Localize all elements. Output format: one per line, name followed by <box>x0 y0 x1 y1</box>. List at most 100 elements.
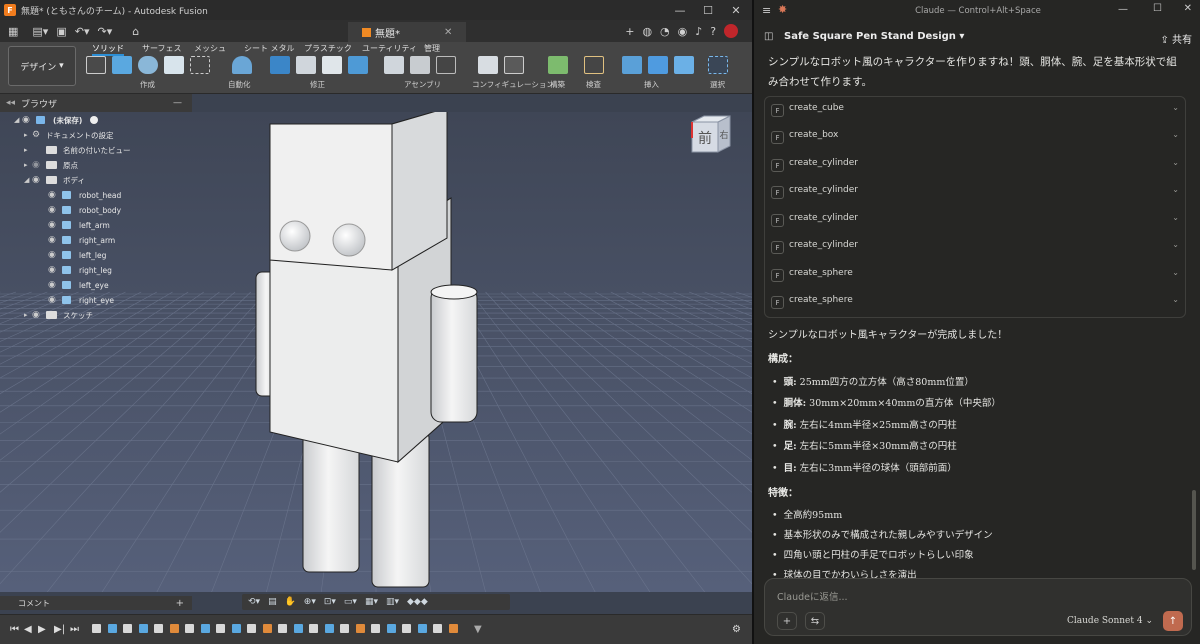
timeline-feature-icon[interactable] <box>355 624 365 633</box>
tree-body-item[interactable]: ◉ right_arm <box>48 233 115 247</box>
fit-icon[interactable]: ⊡▾ <box>324 597 336 607</box>
expand-icon[interactable]: ▸ <box>24 161 32 169</box>
measure-icon[interactable] <box>584 56 604 74</box>
reply-input-placeholder[interactable]: Claudeに返信... <box>777 589 848 603</box>
tree-body-item[interactable]: ◉ left_leg <box>48 248 106 262</box>
combine-icon[interactable] <box>348 56 368 74</box>
new-tab-icon[interactable]: + <box>625 25 634 38</box>
visibility-icon[interactable]: ◉ <box>48 220 58 230</box>
pattern-icon[interactable] <box>190 56 210 74</box>
attach-plus-icon[interactable]: + <box>777 612 797 630</box>
tool-call[interactable]: Fcreate_sphere ⌄ <box>765 262 1185 289</box>
close-icon[interactable]: ✕ <box>1184 3 1192 14</box>
chevron-down-icon[interactable]: ⌄ <box>1172 213 1179 222</box>
minimize-icon[interactable]: — <box>1118 4 1128 15</box>
timeline-feature-icon[interactable] <box>448 624 458 633</box>
grid-menu-icon[interactable]: ▦ <box>8 25 18 38</box>
select-icon[interactable] <box>708 56 728 74</box>
group-automate[interactable]: 自動化 <box>228 79 251 90</box>
fillet-icon[interactable] <box>296 56 316 74</box>
collapse-icon[interactable]: ◢ <box>24 176 32 184</box>
fast-forward-icon[interactable]: ⏭ <box>70 624 79 635</box>
canvas-image-icon[interactable] <box>674 56 694 74</box>
timeline-feature-icon[interactable] <box>231 624 241 633</box>
timeline-settings-icon[interactable]: ⚙ <box>732 624 741 635</box>
view-cube[interactable]: 前 右 <box>688 112 734 158</box>
rewind-icon[interactable]: ⏮ <box>10 624 19 635</box>
group-construct[interactable]: 構築 <box>550 79 565 90</box>
hole-icon[interactable] <box>164 56 184 74</box>
chevron-down-icon[interactable]: ⌄ <box>1172 295 1179 304</box>
new-sketch-icon[interactable] <box>86 56 106 74</box>
tab-utility[interactable]: ユーティリティ <box>362 43 417 54</box>
visibility-off-icon[interactable]: ◉ <box>32 160 42 170</box>
visibility-icon[interactable]: ◉ <box>48 250 58 260</box>
file-icon[interactable]: ▤▾ <box>32 25 48 38</box>
tree-body-item[interactable]: ◉ left_eye <box>48 278 109 292</box>
tab-plastic[interactable]: プラスチック <box>304 43 352 54</box>
redo-icon[interactable]: ↷▾ <box>97 25 112 38</box>
timeline-feature-icon[interactable] <box>386 624 396 633</box>
effects-icon[interactable]: ◆◆◆ <box>407 597 428 607</box>
undo-icon[interactable]: ↶▾ <box>75 25 90 38</box>
grid-settings-icon[interactable]: ▦▾ <box>365 597 378 607</box>
group-create[interactable]: 作成 <box>140 79 155 90</box>
extensions-icon[interactable]: ◍ <box>642 25 652 38</box>
tree-body-item[interactable]: ◉ left_arm <box>48 218 110 232</box>
chevron-down-icon[interactable]: ⌄ <box>1172 103 1179 112</box>
visibility-icon[interactable]: ◉ <box>22 115 32 125</box>
chevron-down-icon[interactable]: ⌄ <box>1172 158 1179 167</box>
tree-body-item[interactable]: ◉ right_eye <box>48 293 114 307</box>
tab-solid[interactable]: ソリッド <box>92 43 124 56</box>
press-pull-icon[interactable] <box>270 56 290 74</box>
timeline-feature-icon[interactable] <box>402 624 411 633</box>
add-comment-icon[interactable]: + <box>176 598 184 609</box>
chevron-down-icon[interactable]: ⌄ <box>1172 268 1179 277</box>
timeline-feature-icon[interactable] <box>340 624 349 633</box>
group-insert[interactable]: 挿入 <box>644 79 659 90</box>
visibility-icon[interactable]: ◉ <box>32 310 42 320</box>
timeline-feature-icon[interactable] <box>107 624 117 633</box>
tab-mesh[interactable]: メッシュ <box>194 43 226 54</box>
tree-body-item[interactable]: ◉ robot_head <box>48 188 121 202</box>
tool-call[interactable]: Fcreate_cylinder ⌄ <box>765 152 1185 179</box>
step-back-icon[interactable]: ◀ <box>24 624 32 635</box>
chevron-down-icon[interactable]: ⌄ <box>1172 240 1179 249</box>
group-assembly[interactable]: アセンブリ <box>404 79 441 90</box>
timeline-feature-icon[interactable] <box>371 624 380 633</box>
close-tab-icon[interactable]: ✕ <box>444 27 452 38</box>
timeline-feature-icon[interactable] <box>185 624 194 633</box>
share-button[interactable]: ⇪ 共有 <box>1160 31 1192 46</box>
insert-icon[interactable] <box>622 56 642 74</box>
chevron-down-icon[interactable]: ⌄ <box>1172 130 1179 139</box>
visibility-icon[interactable]: ◉ <box>48 190 58 200</box>
visibility-icon[interactable]: ◉ <box>48 235 58 245</box>
tool-call[interactable]: Fcreate_cylinder ⌄ <box>765 207 1185 234</box>
timeline-feature-icon[interactable] <box>293 624 303 633</box>
extrude-icon[interactable] <box>112 56 132 74</box>
conversation-title[interactable]: Safe Square Pen Stand Design ▾ <box>784 31 964 42</box>
help-icon[interactable]: ? <box>710 25 716 38</box>
tree-body-item[interactable]: ◉ robot_body <box>48 203 121 217</box>
visibility-icon[interactable]: ◉ <box>48 205 58 215</box>
tab-surface[interactable]: サーフェス <box>142 43 182 54</box>
timeline-feature-icon[interactable] <box>278 624 287 633</box>
shell-icon[interactable] <box>322 56 342 74</box>
play-icon[interactable]: ▶ <box>38 624 46 635</box>
timeline-feature-icon[interactable] <box>262 624 272 633</box>
visibility-icon[interactable]: ◉ <box>48 265 58 275</box>
text-icon[interactable] <box>648 56 668 74</box>
new-component-icon[interactable] <box>384 56 404 74</box>
model-selector[interactable]: Claude Sonnet 4 ⌄ <box>1067 616 1153 626</box>
user-avatar[interactable] <box>724 24 739 38</box>
joint-icon[interactable] <box>410 56 430 74</box>
orbit-icon[interactable]: ⟲▾ <box>248 597 260 607</box>
tool-call[interactable]: Fcreate_cylinder ⌄ <box>765 179 1185 206</box>
configure-icon[interactable] <box>478 56 498 74</box>
tool-call[interactable]: Fcreate_box ⌄ <box>765 124 1185 151</box>
tree-body-item[interactable]: ◉ right_leg <box>48 263 112 277</box>
look-at-icon[interactable]: ▤ <box>268 597 277 607</box>
tab-sheet-metal[interactable]: シート メタル <box>244 43 295 54</box>
tab-manage[interactable]: 管理 <box>424 43 440 54</box>
zoom-icon[interactable]: ⊕▾ <box>304 597 316 607</box>
